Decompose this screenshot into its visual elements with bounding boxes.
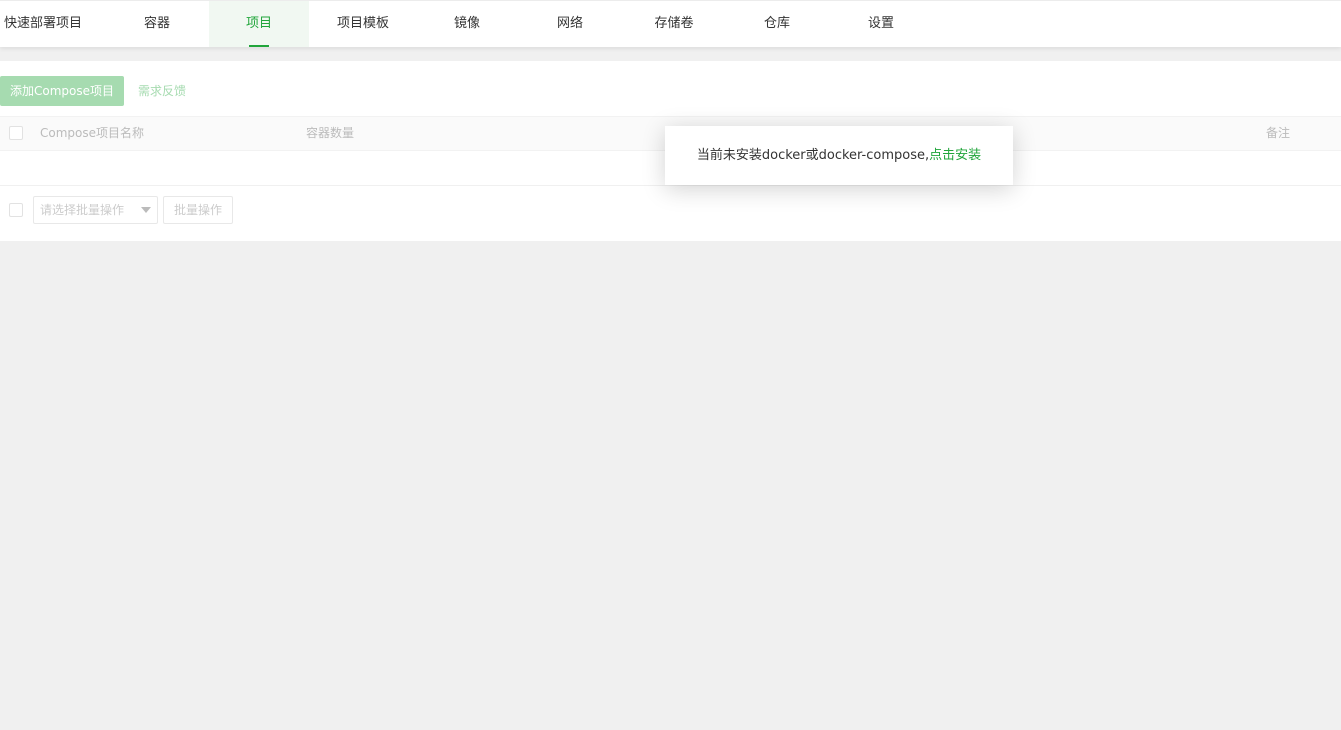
batch-operation-button[interactable]: 批量操作 <box>163 196 233 224</box>
column-header-remark[interactable]: 备注 <box>1266 117 1290 150</box>
tab-containers[interactable]: 容器 <box>105 1 209 47</box>
tab-label: 镜像 <box>453 16 480 31</box>
batch-select-placeholder: 请选择批量操作 <box>40 203 125 217</box>
tab-label: 设置 <box>867 16 894 31</box>
top-nav: 快速部署项目 容器 项目 项目模板 镜像 网络 存储卷 仓库 设置 <box>0 0 1341 47</box>
tab-project-templates[interactable]: 项目模板 <box>309 1 417 47</box>
tab-label: 项目模板 <box>336 16 389 31</box>
tab-network[interactable]: 网络 <box>520 1 620 47</box>
tab-settings[interactable]: 设置 <box>831 1 931 47</box>
feedback-link[interactable]: 需求反馈 <box>138 76 186 106</box>
tab-label: 项目 <box>245 16 272 31</box>
tab-images[interactable]: 镜像 <box>417 1 517 47</box>
install-link[interactable]: 点击安装 <box>929 148 981 163</box>
column-header-name[interactable]: Compose项目名称 <box>40 117 144 150</box>
tab-registry[interactable]: 仓库 <box>727 1 827 47</box>
tab-label: 网络 <box>556 16 583 31</box>
docker-not-installed-notice: 当前未安装docker或docker-compose,点击安装 <box>665 126 1013 185</box>
tab-label: 存储卷 <box>654 16 694 31</box>
tab-label: 容器 <box>143 16 170 31</box>
tab-quick-deploy[interactable]: 快速部署项目 <box>0 1 105 47</box>
tab-volumes[interactable]: 存储卷 <box>624 1 724 47</box>
chevron-down-icon <box>141 207 151 213</box>
select-all-checkbox[interactable] <box>9 126 23 140</box>
active-tab-indicator <box>249 45 269 47</box>
tab-projects[interactable]: 项目 <box>209 1 309 47</box>
tab-label: 仓库 <box>763 16 790 31</box>
add-compose-project-button[interactable]: 添加Compose项目 <box>0 76 124 106</box>
batch-operation-select[interactable]: 请选择批量操作 <box>33 196 158 224</box>
column-header-container-count[interactable]: 容器数量 <box>306 117 354 150</box>
notice-message: 当前未安装docker或docker-compose, <box>696 148 930 163</box>
batch-select-checkbox[interactable] <box>9 203 23 217</box>
tab-label: 快速部署项目 <box>4 16 83 31</box>
